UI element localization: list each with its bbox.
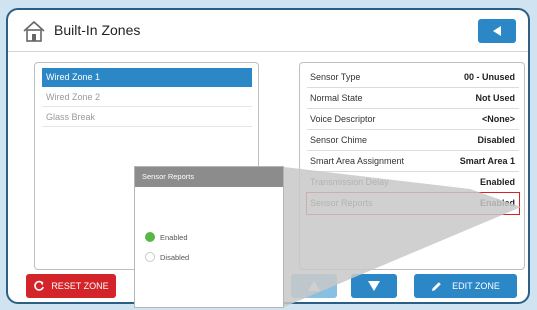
property-value: Enabled bbox=[479, 198, 515, 208]
refresh-icon bbox=[34, 280, 45, 291]
property-label: Sensor Chime bbox=[310, 135, 368, 145]
radio-option-enabled[interactable]: Enabled bbox=[145, 231, 188, 243]
property-row-normal-state[interactable]: Normal State Not Used bbox=[307, 88, 519, 109]
edit-zone-button[interactable]: EDIT ZONE bbox=[414, 274, 517, 298]
zone-item-wired-zone-1[interactable]: Wired Zone 1 bbox=[42, 68, 252, 87]
radio-option-disabled[interactable]: Disabled bbox=[145, 251, 189, 263]
reset-zone-label: RESET ZONE bbox=[51, 281, 109, 291]
property-label: Smart Area Assignment bbox=[310, 156, 405, 166]
sensor-reports-popup: Sensor Reports Enabled Disabled bbox=[134, 166, 284, 308]
property-label: Transmission Delay bbox=[310, 177, 389, 187]
scroll-up-button[interactable] bbox=[291, 274, 337, 298]
property-row-sensor-type[interactable]: Sensor Type 00 - Unused bbox=[307, 67, 519, 88]
property-value: Not Used bbox=[475, 93, 515, 103]
radio-unselected-icon bbox=[145, 252, 155, 262]
arrow-down-icon bbox=[368, 281, 380, 291]
property-row-sensor-chime[interactable]: Sensor Chime Disabled bbox=[307, 130, 519, 151]
arrow-up-icon bbox=[308, 281, 320, 291]
reset-zone-button[interactable]: RESET ZONE bbox=[26, 274, 116, 298]
radio-label: Enabled bbox=[160, 232, 188, 242]
back-button[interactable] bbox=[478, 19, 516, 43]
scroll-down-button[interactable] bbox=[351, 274, 397, 298]
home-icon bbox=[23, 20, 45, 42]
zone-properties-panel: Sensor Type 00 - Unused Normal State Not… bbox=[299, 62, 525, 270]
property-value: <None> bbox=[481, 114, 515, 124]
property-row-sensor-reports[interactable]: Sensor Reports Enabled bbox=[306, 192, 520, 215]
zone-item-glass-break[interactable]: Glass Break bbox=[42, 108, 252, 127]
property-value: Disabled bbox=[477, 135, 515, 145]
property-label: Sensor Reports bbox=[310, 198, 373, 208]
page-title: Built-In Zones bbox=[54, 22, 141, 38]
property-value: Enabled bbox=[479, 177, 515, 187]
property-row-smart-area-assignment[interactable]: Smart Area Assignment Smart Area 1 bbox=[307, 151, 519, 172]
property-label: Sensor Type bbox=[310, 72, 361, 82]
radio-label: Disabled bbox=[160, 252, 190, 262]
pencil-icon bbox=[432, 281, 441, 291]
property-row-voice-descriptor[interactable]: Voice Descriptor <None> bbox=[307, 109, 519, 130]
property-label: Normal State bbox=[310, 93, 363, 103]
back-triangle-icon bbox=[493, 26, 501, 36]
property-label: Voice Descriptor bbox=[310, 114, 376, 124]
popup-title: Sensor Reports bbox=[135, 167, 283, 187]
property-row-transmission-delay[interactable]: Transmission Delay Enabled bbox=[307, 172, 519, 193]
zone-item-wired-zone-2[interactable]: Wired Zone 2 bbox=[42, 88, 252, 107]
header-bar: Built-In Zones bbox=[8, 10, 528, 52]
property-value: 00 - Unused bbox=[463, 72, 515, 82]
property-value: Smart Area 1 bbox=[459, 156, 515, 166]
radio-selected-icon bbox=[145, 232, 155, 242]
edit-zone-label: EDIT ZONE bbox=[452, 281, 500, 291]
